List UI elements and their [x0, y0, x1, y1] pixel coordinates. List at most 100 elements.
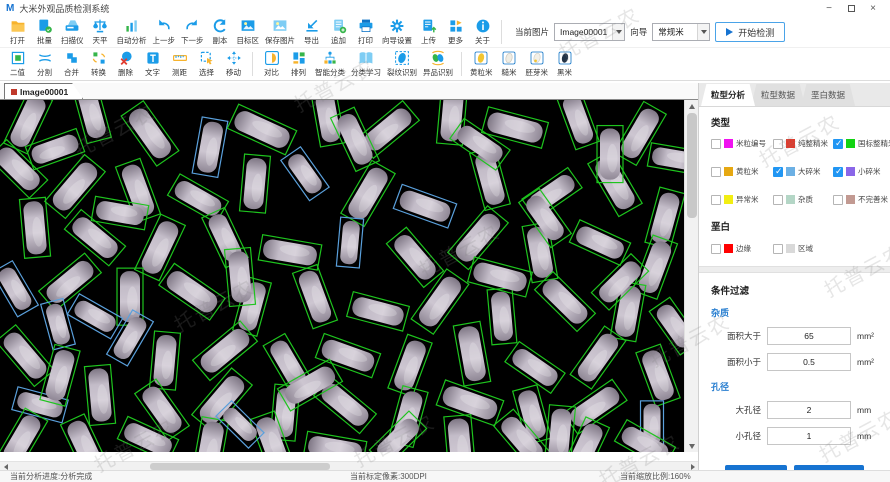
scroll-up-icon[interactable]	[685, 100, 699, 112]
rice-grain[interactable]	[41, 298, 76, 349]
checkbox[interactable]	[711, 244, 721, 254]
minimize-button[interactable]: −	[818, 0, 840, 17]
toolbar-button-crack[interactable]: 裂纹识别	[384, 49, 420, 79]
toolbar-button-binary[interactable]: 二值	[4, 49, 31, 79]
rice-grain[interactable]	[150, 331, 181, 390]
chevron-down-icon[interactable]	[697, 24, 709, 40]
scroll-down-icon[interactable]	[685, 440, 699, 452]
toolbar-button-open[interactable]: 打开	[4, 17, 31, 47]
checkbox-item-异常米[interactable]: 异常米	[711, 194, 773, 205]
toolbar-button-more[interactable]: 更多	[442, 17, 469, 47]
checkbox-item-杂质[interactable]: 杂质	[773, 194, 833, 205]
checkbox-item-纯整精米[interactable]: 纯整精米	[773, 138, 833, 149]
filter-input[interactable]	[767, 327, 851, 345]
rice-grain[interactable]	[19, 197, 50, 258]
wizard-select[interactable]: 常规米	[652, 23, 710, 41]
rice-grain[interactable]	[557, 100, 600, 150]
panel-tab-粒型数据[interactable]: 粒型数据	[751, 84, 805, 106]
rice-grain[interactable]	[73, 100, 112, 144]
vertical-scroll-thumb[interactable]	[687, 113, 697, 218]
toolbar-button-batch[interactable]: 批量	[31, 17, 58, 47]
horizontal-scroll-thumb[interactable]	[150, 463, 330, 470]
checkbox[interactable]	[833, 195, 843, 205]
canvas-vertical-scrollbar[interactable]	[684, 100, 698, 452]
rice-grain[interactable]	[67, 294, 122, 339]
toolbar-button-upload[interactable]: 上传	[415, 17, 442, 47]
checkbox[interactable]	[711, 167, 721, 177]
checkbox[interactable]	[833, 139, 843, 149]
image-tab[interactable]: Image00001	[4, 83, 83, 99]
rice-grain[interactable]	[448, 206, 509, 270]
rice-grain[interactable]	[535, 272, 596, 332]
rice-grain[interactable]	[117, 268, 143, 325]
rice-grain[interactable]	[341, 160, 395, 226]
toolbar-button-save[interactable]: 保存图片	[262, 17, 298, 47]
rice-grain[interactable]	[636, 344, 680, 406]
toolbar-button-gear[interactable]: 向导设置	[379, 17, 415, 47]
toolbar-button-copy[interactable]: 副本	[207, 17, 234, 47]
rice-grain[interactable]	[519, 188, 572, 247]
toolbar-button-delete[interactable]: 删除	[112, 49, 139, 79]
toolbar-button-arrange[interactable]: 排列	[285, 49, 312, 79]
filter-input[interactable]	[767, 401, 851, 419]
checkbox-item-边缘[interactable]: 边缘	[711, 243, 773, 254]
rice-grain[interactable]	[293, 265, 338, 329]
toolbar-button-analyze[interactable]: 自动分析	[114, 17, 150, 47]
toolbar-button-rice-brown[interactable]: 糙米	[496, 49, 523, 79]
rice-grain[interactable]	[25, 129, 84, 170]
current-image-select[interactable]: Image00001	[554, 23, 625, 41]
rice-grain[interactable]	[45, 155, 106, 219]
toolbar-button-rice-black[interactable]: 黑米	[551, 49, 578, 79]
rice-grain[interactable]	[135, 214, 186, 280]
toolbar-button-print[interactable]: 打印	[352, 17, 379, 47]
toolbar-button-split[interactable]: 分割	[31, 49, 58, 79]
rice-grain[interactable]	[336, 217, 363, 268]
rice-grain[interactable]	[444, 415, 476, 452]
rice-grain[interactable]	[0, 408, 48, 452]
rice-grain[interactable]	[393, 184, 456, 228]
checkbox-item-米粒编号[interactable]: 米粒编号	[711, 138, 773, 149]
rice-grain[interactable]	[84, 364, 115, 425]
analysis-canvas[interactable]	[0, 100, 684, 452]
toolbar-button-append[interactable]: 追加	[325, 17, 352, 47]
toolbar-button-rice-yellow[interactable]: 黄粒米	[467, 49, 496, 79]
maximize-button[interactable]	[840, 5, 862, 12]
toolbar-button-tree[interactable]: 智能分类	[312, 49, 348, 79]
toolbar-button-select[interactable]: 选择	[193, 49, 220, 79]
rice-grain[interactable]	[386, 227, 443, 287]
toolbar-button-redo[interactable]: 下一步	[178, 17, 207, 47]
toolbar-button-convert[interactable]: 转换	[85, 49, 112, 79]
checkbox[interactable]	[773, 139, 783, 149]
rice-grain[interactable]	[453, 321, 490, 386]
toolbar-button-book[interactable]: 分类学习	[348, 49, 384, 79]
rice-grain[interactable]	[159, 263, 225, 320]
toolbar-button-ruler[interactable]: 测距	[166, 49, 193, 79]
toolbar-button-target[interactable]: 目标区	[234, 17, 263, 47]
rice-grain[interactable]	[597, 126, 623, 183]
toolbar-button-scanner[interactable]: 扫描仪	[58, 17, 87, 47]
toolbar-button-contrast[interactable]: 对比	[258, 49, 285, 79]
canvas-horizontal-scrollbar[interactable]	[0, 461, 698, 470]
filter-input[interactable]	[767, 353, 851, 371]
start-detection-button[interactable]: 开始检测	[715, 22, 785, 42]
toolbar-button-scale[interactable]: 天平	[87, 17, 114, 47]
toolbar-button-merge[interactable]: 合并	[58, 49, 85, 79]
rice-grain[interactable]	[191, 417, 228, 452]
toolbar-button-export[interactable]: 导出	[298, 17, 325, 47]
checkbox-item-大碎米[interactable]: 大碎米	[773, 166, 833, 177]
rice-grain[interactable]	[570, 326, 626, 389]
rice-grain[interactable]	[647, 143, 684, 175]
checkbox[interactable]	[833, 167, 843, 177]
rice-grain[interactable]	[303, 431, 367, 452]
toolbar-button-rice-germ[interactable]: 胚芽米	[523, 49, 552, 79]
checkbox[interactable]	[711, 195, 721, 205]
checkbox[interactable]	[711, 139, 721, 149]
checkbox[interactable]	[773, 167, 783, 177]
rice-grain[interactable]	[227, 104, 296, 155]
checkbox-item-国标整精米[interactable]: 国标整精米	[833, 138, 890, 149]
rice-grain[interactable]	[193, 321, 258, 381]
rice-grain[interactable]	[240, 154, 271, 213]
filter-input[interactable]	[767, 427, 851, 445]
panel-tab-垩白数据[interactable]: 垩白数据	[801, 84, 855, 106]
checkbox[interactable]	[773, 195, 783, 205]
